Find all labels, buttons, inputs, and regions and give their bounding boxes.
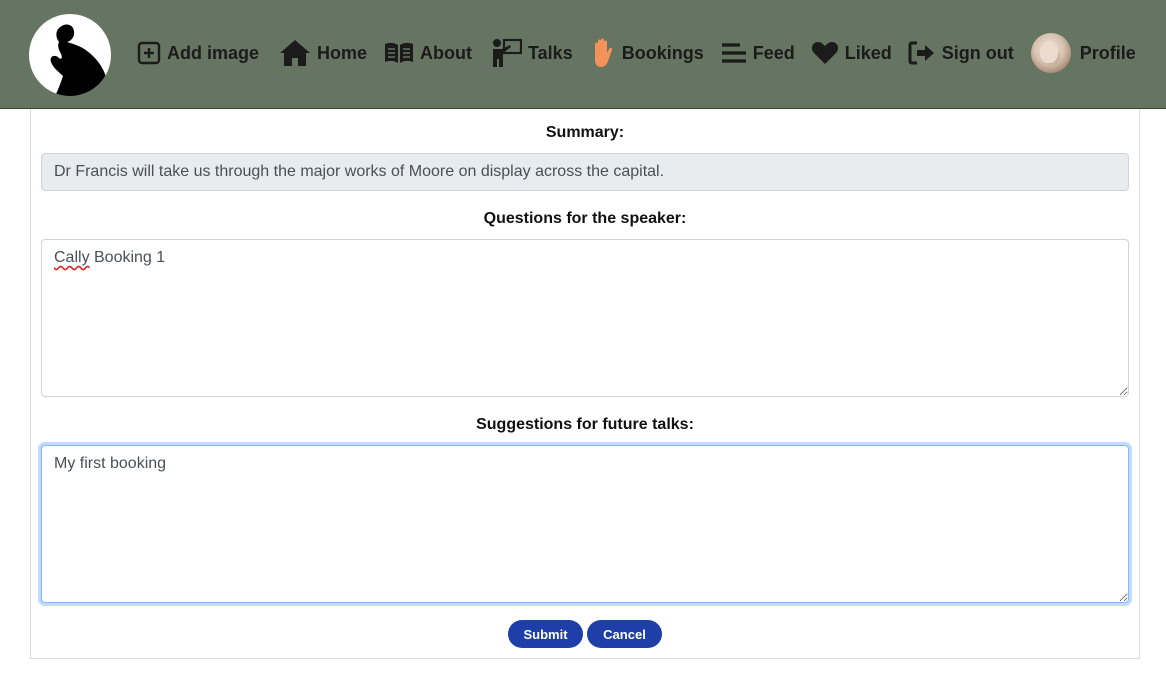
nav-about-label: About (420, 42, 473, 63)
home-icon (279, 39, 311, 67)
presenter-icon (490, 38, 523, 68)
suggestions-field[interactable]: My first booking (41, 445, 1129, 603)
cancel-button[interactable]: Cancel (587, 620, 662, 648)
nav-bookings-label: Bookings (621, 42, 704, 63)
hand-icon (590, 38, 616, 68)
nav-about[interactable]: About (384, 42, 472, 64)
nav-bookings[interactable]: Bookings (590, 38, 704, 68)
questions-field[interactable] (41, 239, 1129, 397)
questions-label: Questions for the speaker: (483, 210, 687, 227)
nav-profile[interactable]: Profile (1030, 33, 1136, 73)
sign-out-icon (908, 41, 936, 65)
nav-liked[interactable]: Liked (811, 41, 892, 65)
nav-profile-label: Profile (1079, 42, 1136, 63)
summary-field: Dr Francis will take us through the majo… (41, 153, 1129, 191)
nav-liked-label: Liked (844, 42, 892, 63)
suggestions-label: Suggestions for future talks: (476, 416, 694, 433)
nav-home[interactable]: Home (279, 39, 367, 67)
nav-talks-label: Talks (528, 42, 573, 63)
nav-feed[interactable]: Feed (721, 42, 795, 64)
heart-icon (811, 41, 839, 65)
summary-label: Summary: (545, 124, 625, 141)
nav-talks[interactable]: Talks (490, 38, 573, 68)
nav-sign-out-label: Sign out (941, 42, 1014, 63)
nav-sign-out[interactable]: Sign out (908, 41, 1014, 65)
logo[interactable] (29, 14, 111, 96)
book-open-icon (384, 42, 414, 64)
nav-add-image-label: Add image (167, 42, 260, 63)
submit-button[interactable]: Submit (508, 620, 583, 648)
plus-square-icon (137, 41, 161, 65)
nav-feed-label: Feed (752, 42, 795, 63)
nav-home-label: Home (317, 42, 368, 63)
booking-form: Summary: Dr Francis will take us through… (30, 109, 1140, 659)
navbar: Add image Home About Talks Bookings Feed… (0, 0, 1166, 109)
bars-icon (721, 42, 747, 64)
avatar (1030, 33, 1071, 73)
nav-add-image[interactable]: Add image (137, 41, 259, 65)
thinker-logo-icon (50, 24, 111, 96)
